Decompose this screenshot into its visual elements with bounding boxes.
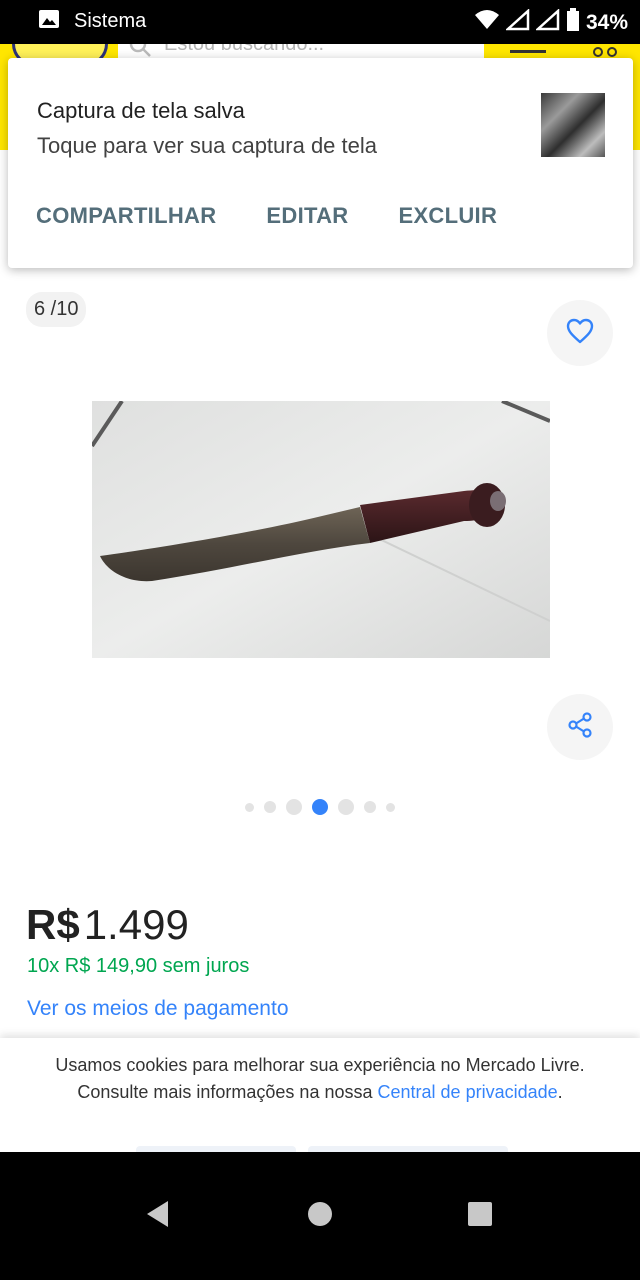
back-button[interactable]	[128, 1186, 188, 1246]
image-notification-icon	[38, 8, 60, 35]
price-currency: R$	[26, 901, 80, 948]
signal-icon-2	[534, 8, 560, 36]
cookie-link-suffix: .	[557, 1082, 563, 1102]
status-bar: Sistema 34%	[0, 0, 640, 44]
home-button[interactable]	[290, 1186, 350, 1246]
carousel-dot[interactable]	[338, 799, 354, 815]
installments-text: 10x R$ 149,90 sem juros	[27, 955, 250, 977]
home-circle-icon	[306, 1200, 334, 1233]
wifi-icon	[474, 9, 500, 36]
screenshot-notification[interactable]: Captura de tela salva Toque para ver sua…	[8, 58, 633, 268]
back-triangle-icon	[144, 1199, 172, 1234]
signal-icon	[504, 8, 530, 36]
delete-action-button[interactable]: EXCLUIR	[398, 203, 497, 229]
carousel-dots	[0, 795, 640, 819]
carousel-dot[interactable]	[245, 802, 254, 812]
notification-text: Toque para ver sua captura de tela	[37, 133, 378, 158]
share-action-button[interactable]: COMPARTILHAR	[36, 203, 216, 229]
cookie-banner: Usamos cookies para melhorar sua experiê…	[0, 1038, 640, 1152]
recents-square-icon	[466, 1200, 494, 1233]
favorite-button[interactable]	[547, 300, 613, 366]
screenshot-thumbnail[interactable]	[541, 93, 605, 157]
notification-actions: COMPARTILHAR EDITAR EXCLUIR	[36, 203, 547, 229]
heart-icon	[566, 318, 594, 349]
screen: Sistema 34% Estou buscando... Captura de…	[0, 0, 640, 1280]
battery-icon	[566, 8, 580, 37]
navigation-bar	[0, 1152, 640, 1280]
privacy-center-link[interactable]: Central de privacidade	[378, 1082, 558, 1102]
payment-methods-link[interactable]: Ver os meios de pagamento	[27, 997, 289, 1021]
carousel-dot[interactable]	[264, 801, 276, 813]
status-right: 34%	[474, 8, 628, 37]
product-image[interactable]	[92, 401, 550, 658]
recents-button[interactable]	[450, 1186, 510, 1246]
status-app-name: Sistema	[74, 10, 147, 32]
status-left: Sistema	[38, 8, 146, 35]
carousel-dot[interactable]	[364, 801, 376, 813]
notification-title: Captura de tela salva	[37, 98, 245, 123]
edit-action-button[interactable]: EDITAR	[266, 203, 348, 229]
share-icon	[566, 711, 594, 744]
search-placeholder: Estou buscando...	[164, 44, 325, 55]
carousel-dot[interactable]	[386, 802, 395, 812]
price-value: 1.499	[83, 901, 189, 948]
battery-percentage: 34%	[585, 10, 628, 34]
share-button[interactable]	[547, 694, 613, 760]
carousel-dot-active[interactable]	[312, 799, 328, 815]
carousel-dot[interactable]	[286, 799, 302, 815]
product-price: R$ 1.499	[26, 901, 189, 949]
image-counter: 6 /10	[26, 292, 87, 327]
cookie-text: Usamos cookies para melhorar sua experiê…	[40, 1052, 600, 1106]
machete-photo	[92, 401, 550, 658]
